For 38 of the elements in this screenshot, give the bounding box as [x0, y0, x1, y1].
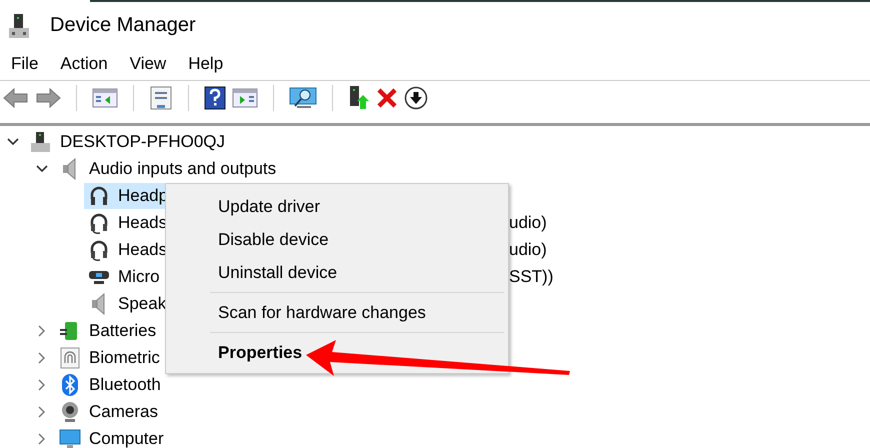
menu-item[interactable]: Action	[60, 54, 108, 74]
computer-icon	[9, 13, 31, 39]
tree-item[interactable]: Batteries	[55, 318, 158, 344]
headphones-icon	[88, 184, 110, 206]
uninstall-icon[interactable]	[376, 87, 398, 109]
tree-item-text: udio)	[509, 240, 547, 260]
tree-item[interactable]: Audio inputs and outputs	[55, 156, 278, 182]
monitor-icon	[59, 428, 81, 448]
disable-icon[interactable]	[404, 86, 428, 110]
tree-item[interactable]: DESKTOP-PFHO0QJ	[26, 128, 227, 154]
menu-item[interactable]: Scan for hardware changes	[166, 296, 508, 329]
tree-item[interactable]: Micro	[84, 264, 162, 290]
tree-item[interactable]: Biometric	[55, 344, 162, 370]
action-pane-icon[interactable]	[232, 87, 258, 109]
window-title: Device Manager	[50, 14, 196, 36]
tree-item[interactable]: Computer	[55, 426, 166, 448]
computer-icon	[30, 130, 52, 152]
console-tree-icon[interactable]	[92, 87, 118, 109]
properties-icon[interactable]	[149, 86, 173, 110]
update-driver-icon[interactable]	[348, 85, 370, 111]
headset-icon	[88, 238, 110, 260]
forward-icon[interactable]	[35, 87, 61, 109]
tree-item-text: udio)	[509, 213, 547, 233]
back-icon[interactable]	[3, 87, 29, 109]
bluetooth-icon	[59, 374, 81, 396]
headset-icon	[88, 212, 110, 234]
help-icon[interactable]	[204, 86, 226, 110]
fingerprint-icon	[59, 346, 81, 368]
menu-item[interactable]: View	[130, 54, 166, 74]
tree-item[interactable]: Bluetooth	[55, 372, 163, 398]
scan-monitor-icon[interactable]	[289, 86, 317, 110]
tree-item-text: SST))	[509, 267, 554, 287]
tree-item[interactable]: Speak	[84, 290, 168, 316]
menu-item[interactable]: Properties	[166, 336, 508, 369]
menu-item[interactable]: File	[11, 54, 38, 74]
camera-icon	[59, 400, 81, 422]
tree-item[interactable]: Cameras	[55, 398, 160, 424]
menu-item[interactable]: Help	[188, 54, 224, 74]
